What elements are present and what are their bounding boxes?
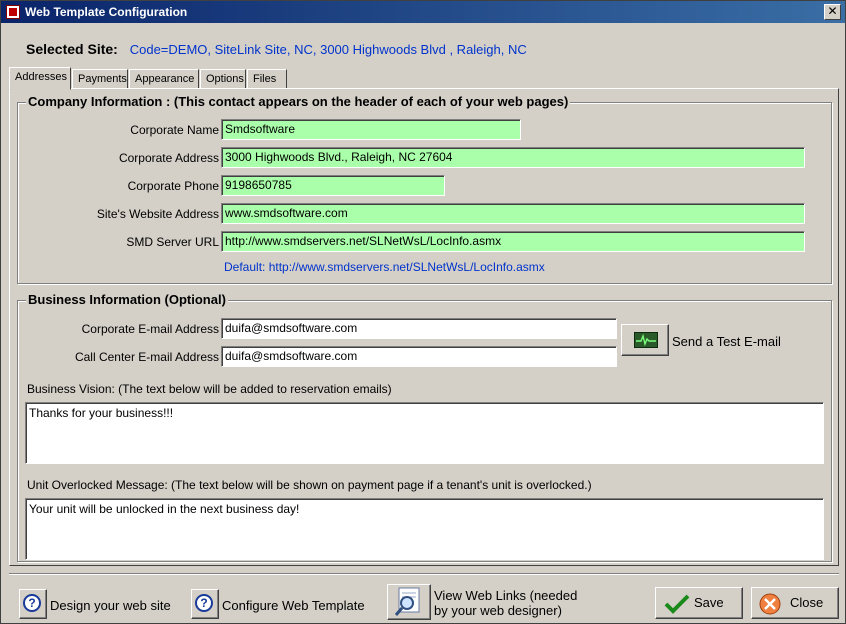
view-web-links-line2: by your web designer) [434, 603, 562, 618]
window-close-button[interactable]: ✕ [824, 4, 841, 20]
tab-appearance[interactable]: Appearance [129, 69, 199, 89]
corporate-phone-field[interactable]: 9198650785 [221, 175, 445, 196]
configure-web-template-button[interactable]: ? [191, 589, 219, 619]
main-window: Web Template Configuration ✕ Selected Si… [0, 0, 846, 624]
addresses-panel: Company Information : (This contact appe… [9, 88, 839, 566]
overlock-textarea[interactable]: Your unit will be unlocked in the next b… [25, 498, 824, 560]
corporate-name-field[interactable]: Smdsoftware [221, 119, 521, 140]
business-vision-textarea[interactable]: Thanks for your business!!! [25, 402, 824, 464]
close-label: Close [790, 595, 824, 610]
title-bar: Web Template Configuration ✕ [1, 1, 845, 23]
close-button[interactable]: Close [751, 587, 839, 619]
save-button[interactable]: Save [655, 587, 743, 619]
send-test-email-label[interactable]: Send a Test E-mail [672, 334, 781, 349]
close-icon [759, 593, 781, 615]
magnifier-icon [394, 587, 420, 616]
tab-files[interactable]: Files [247, 69, 287, 89]
view-web-links-button[interactable] [387, 584, 431, 620]
business-info-title: Business Information (Optional) [26, 292, 228, 307]
view-web-links-label[interactable]: View Web Links (needed by your web desig… [434, 588, 577, 618]
overlock-caption: Unit Overlocked Message: (The text below… [27, 478, 592, 492]
corporate-phone-label: Corporate Phone [127, 179, 219, 193]
corporate-address-field[interactable]: 3000 Highwoods Blvd., Raleigh, NC 27604 [221, 147, 805, 168]
corporate-email-field[interactable]: duifa@smdsoftware.com [221, 318, 617, 339]
call-center-email-label: Call Center E-mail Address [74, 350, 219, 364]
send-test-email-button[interactable] [621, 324, 669, 356]
view-web-links-line1: View Web Links (needed [434, 588, 578, 603]
server-url-label: SMD Server URL [126, 235, 219, 249]
design-web-site-label[interactable]: Design your web site [50, 598, 171, 613]
website-address-label: Site's Website Address [96, 207, 219, 221]
footer-separator [9, 573, 839, 575]
window-title: Web Template Configuration [25, 5, 188, 19]
tab-addresses[interactable]: Addresses [9, 67, 71, 90]
selected-site: Selected Site: Code=DEMO, SiteLink Site,… [26, 41, 527, 57]
checkmark-icon [664, 594, 690, 614]
business-info-group: Business Information (Optional) Corporat… [17, 292, 832, 562]
tab-payments[interactable]: Payments [72, 69, 128, 89]
website-address-field[interactable]: www.smdsoftware.com [221, 203, 805, 224]
app-icon [6, 5, 20, 19]
design-web-site-button[interactable]: ? [19, 589, 47, 619]
company-info-title: Company Information : (This contact appe… [26, 94, 571, 109]
help-icon: ? [195, 594, 213, 612]
business-vision-caption: Business Vision: (The text below will be… [27, 382, 392, 396]
selected-site-label: Selected Site: [26, 41, 118, 57]
corporate-email-label: Corporate E-mail Address [81, 322, 219, 336]
default-server-url: Default: http://www.smdservers.net/SLNet… [224, 260, 545, 274]
company-info-group: Company Information : (This contact appe… [17, 94, 832, 284]
help-icon: ? [23, 594, 41, 612]
monitor-icon [634, 332, 658, 348]
save-label: Save [694, 595, 724, 610]
selected-site-value: Code=DEMO, SiteLink Site, NC, 3000 Highw… [129, 42, 527, 57]
configure-web-template-label[interactable]: Configure Web Template [222, 598, 365, 613]
corporate-name-label: Corporate Name [130, 123, 219, 137]
call-center-email-field[interactable]: duifa@smdsoftware.com [221, 346, 617, 367]
corporate-address-label: Corporate Address [118, 151, 219, 165]
server-url-field[interactable]: http://www.smdservers.net/SLNetWsL/LocIn… [221, 231, 805, 252]
tab-options[interactable]: Options [200, 69, 246, 89]
